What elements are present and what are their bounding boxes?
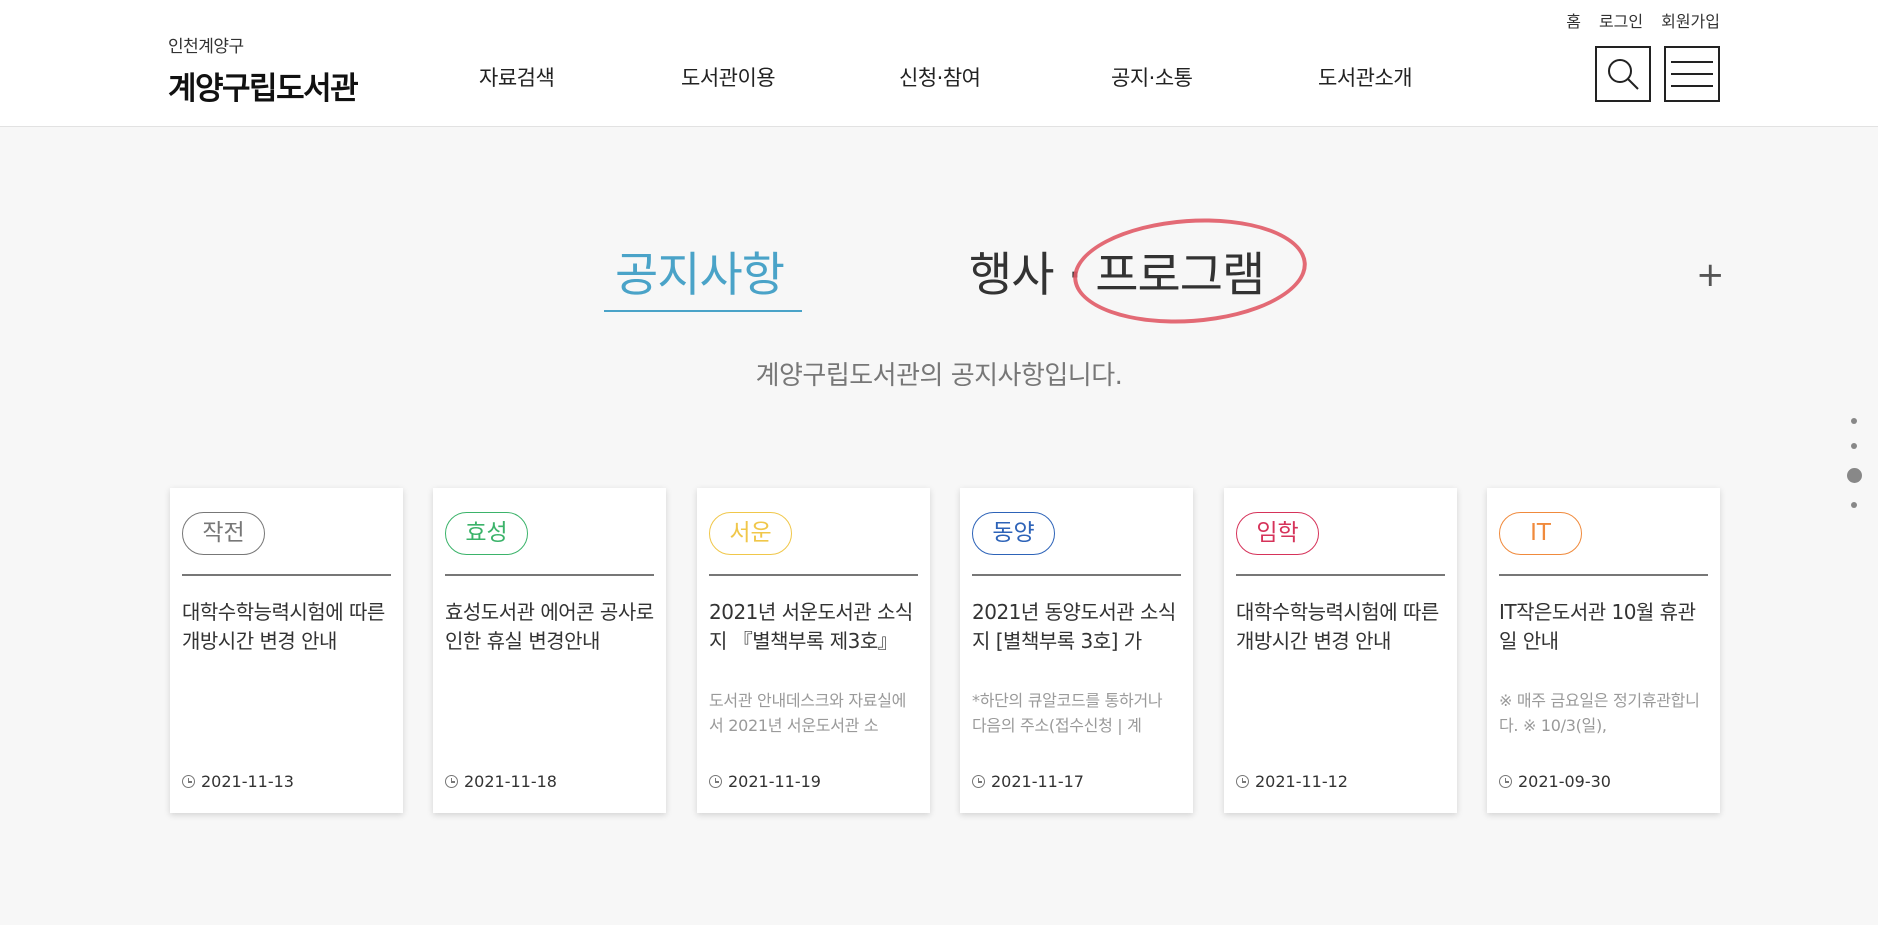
card-description bbox=[182, 688, 391, 738]
card-description: *하단의 큐알코드를 통하거나 다음의 주소(접수신청 | 계 bbox=[972, 691, 1163, 735]
card-divider bbox=[709, 574, 918, 576]
card-title: 대학수학능력시험에 따른 개방시간 변경 안내 bbox=[1236, 600, 1439, 653]
logo-subtitle: 인천계양구 bbox=[168, 37, 244, 57]
login-link[interactable]: 로그인 bbox=[1599, 8, 1643, 32]
card-title: 2021년 동양도서관 소식지 [별책부록 3호] 가 bbox=[972, 600, 1176, 653]
card-title: IT작은도서관 10월 휴관일 안내 bbox=[1499, 600, 1696, 653]
active-tab-underline bbox=[604, 310, 802, 312]
nav-item-apply[interactable]: 신청·참여 bbox=[899, 62, 981, 92]
clock-icon bbox=[445, 775, 458, 788]
signup-link[interactable]: 회원가입 bbox=[1661, 8, 1720, 32]
pager-dot[interactable] bbox=[1851, 443, 1857, 449]
card-description: ※ 매주 금요일은 정기휴관합니다. ※ 10/3(일), bbox=[1499, 691, 1700, 735]
tab-notice[interactable]: 공지사항 bbox=[615, 236, 785, 305]
search-icon bbox=[1608, 59, 1639, 90]
clock-icon bbox=[709, 775, 722, 788]
card-date: 2021-11-18 bbox=[445, 772, 557, 791]
card-date-text: 2021-09-30 bbox=[1518, 772, 1611, 791]
card-date-text: 2021-11-18 bbox=[464, 772, 557, 791]
library-badge: IT bbox=[1499, 512, 1582, 555]
card-description bbox=[1236, 688, 1445, 738]
card-divider bbox=[1236, 574, 1445, 576]
card-date: 2021-11-19 bbox=[709, 772, 821, 791]
card-title: 2021년 서운도서관 소식지 『별책부록 제3호』 bbox=[709, 600, 913, 653]
pager-dot-active[interactable] bbox=[1846, 468, 1862, 483]
board-tabs: 공지사항 행사 · 프로그램 bbox=[0, 230, 1878, 320]
card-divider bbox=[182, 574, 391, 576]
nav-item-library-use[interactable]: 도서관이용 bbox=[681, 62, 776, 92]
library-badge: 동양 bbox=[972, 512, 1055, 555]
notice-card[interactable]: 동양 2021년 동양도서관 소식지 [별책부록 3호] 가 *하단의 큐알코드… bbox=[960, 488, 1193, 813]
hamburger-menu-icon bbox=[1671, 61, 1713, 87]
card-divider bbox=[1499, 574, 1708, 576]
card-date: 2021-09-30 bbox=[1499, 772, 1611, 791]
library-badge: 작전 bbox=[182, 512, 265, 555]
library-badge: 효성 bbox=[445, 512, 528, 555]
library-badge: 임학 bbox=[1236, 512, 1319, 555]
site-header: 인천계양구 계양구립도서관 홈 로그인 회원가입 자료검색 도서관이용 신청·참… bbox=[0, 0, 1878, 127]
search-button[interactable] bbox=[1595, 46, 1651, 102]
nav-item-search[interactable]: 자료검색 bbox=[479, 62, 555, 92]
library-badge: 서운 bbox=[709, 512, 792, 555]
card-date-text: 2021-11-12 bbox=[1255, 772, 1348, 791]
notice-card[interactable]: 효성 효성도서관 에어콘 공사로 인한 휴실 변경안내 2021-11-18 bbox=[433, 488, 666, 813]
home-link[interactable]: 홈 bbox=[1566, 8, 1581, 32]
card-date-text: 2021-11-13 bbox=[201, 772, 294, 791]
clock-icon bbox=[972, 775, 985, 788]
clock-icon bbox=[182, 775, 195, 788]
site-logo[interactable]: 인천계양구 계양구립도서관 bbox=[168, 32, 359, 108]
pager-dot[interactable] bbox=[1851, 418, 1857, 424]
notice-card[interactable]: IT IT작은도서관 10월 휴관일 안내 ※ 매주 금요일은 정기휴관합니다.… bbox=[1487, 488, 1720, 813]
card-title: 효성도서관 에어콘 공사로 인한 휴실 변경안내 bbox=[445, 600, 654, 653]
clock-icon bbox=[1499, 775, 1512, 788]
clock-icon bbox=[1236, 775, 1249, 788]
utility-links: 홈 로그인 회원가입 bbox=[1566, 8, 1720, 32]
card-date: 2021-11-12 bbox=[1236, 772, 1348, 791]
card-description bbox=[445, 688, 654, 738]
section-pager bbox=[1846, 418, 1862, 527]
logo-title: 계양구립도서관 bbox=[168, 71, 359, 107]
nav-item-notice[interactable]: 공지·소통 bbox=[1111, 62, 1193, 92]
card-date: 2021-11-13 bbox=[182, 772, 294, 791]
card-title: 대학수학능력시험에 따른 개방시간 변경 안내 bbox=[182, 600, 385, 653]
nav-item-about[interactable]: 도서관소개 bbox=[1318, 62, 1413, 92]
notice-card[interactable]: 작전 대학수학능력시험에 따른 개방시간 변경 안내 2021-11-13 bbox=[170, 488, 403, 813]
card-description: 도서관 안내데스크와 자료실에서 2021년 서운도서관 소 bbox=[709, 691, 907, 735]
menu-button[interactable] bbox=[1664, 46, 1720, 102]
notice-card[interactable]: 서운 2021년 서운도서관 소식지 『별책부록 제3호』 도서관 안내데스크와… bbox=[697, 488, 930, 813]
card-date-text: 2021-11-19 bbox=[728, 772, 821, 791]
card-divider bbox=[445, 574, 654, 576]
notice-card[interactable]: 임학 대학수학능력시험에 따른 개방시간 변경 안내 2021-11-12 bbox=[1224, 488, 1457, 813]
card-date: 2021-11-17 bbox=[972, 772, 1084, 791]
pager-dot[interactable] bbox=[1851, 502, 1857, 508]
card-date-text: 2021-11-17 bbox=[991, 772, 1084, 791]
section-subtitle: 계양구립도서관의 공지사항입니다. bbox=[755, 361, 1123, 391]
card-divider bbox=[972, 574, 1181, 576]
more-plus-button[interactable]: + bbox=[1696, 258, 1725, 292]
